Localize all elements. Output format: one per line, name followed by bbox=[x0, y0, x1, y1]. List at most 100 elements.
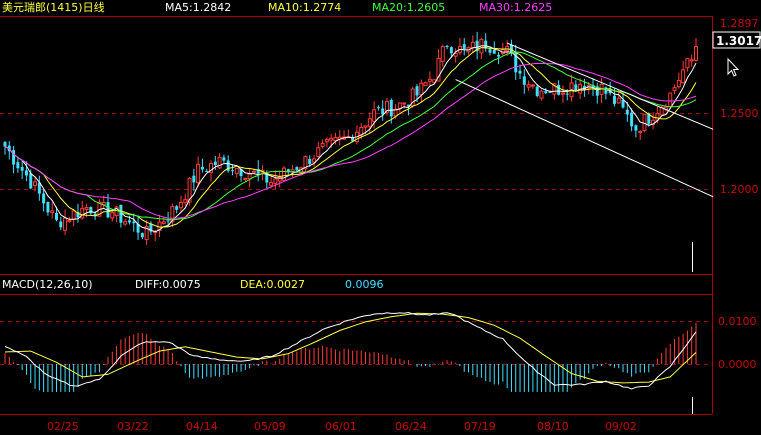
candle-body-down bbox=[132, 221, 136, 224]
candle-body-down bbox=[518, 70, 522, 74]
candle-body-down bbox=[16, 162, 20, 169]
candle-body-up bbox=[367, 118, 372, 127]
ma10-label: MA10:1.2774 bbox=[268, 1, 341, 14]
candle-body-up bbox=[67, 219, 72, 222]
candle-body-down bbox=[548, 92, 552, 94]
candle-body-up bbox=[423, 82, 428, 87]
candle-body-up bbox=[427, 78, 432, 82]
date-label: 09/02 bbox=[605, 420, 637, 433]
candle-body-down bbox=[557, 84, 561, 95]
candle-body-down bbox=[192, 175, 196, 183]
candle-body-down bbox=[55, 213, 59, 220]
candle-body-down bbox=[230, 170, 234, 172]
macd-tick-0-0000: 0.0000 bbox=[718, 358, 757, 371]
candle-body-down bbox=[127, 220, 131, 223]
price-tick-1-2000: 1.2000 bbox=[720, 183, 759, 196]
candle-body-down bbox=[604, 87, 608, 94]
candle-body-down bbox=[295, 167, 299, 171]
candlestick-series bbox=[3, 31, 698, 245]
candle-body-up bbox=[269, 181, 274, 186]
candle-body-down bbox=[42, 193, 46, 204]
candle-body-up bbox=[530, 84, 535, 87]
diff-line bbox=[4, 311, 697, 390]
chart-title: 美元瑞郎(1415)日线 bbox=[2, 0, 105, 14]
candle-body-down bbox=[492, 50, 496, 54]
candle-body-up bbox=[63, 217, 68, 231]
candle-body-down bbox=[630, 112, 634, 127]
candle-body-down bbox=[488, 49, 492, 53]
candle-body-down bbox=[634, 125, 638, 131]
candle-body-up bbox=[689, 59, 694, 62]
candle-body-up bbox=[676, 80, 681, 88]
candle-body-up bbox=[178, 201, 183, 209]
candle-body-down bbox=[389, 99, 393, 117]
candle-body-up bbox=[196, 163, 201, 184]
date-label: 07/19 bbox=[464, 420, 496, 433]
candle-body-up bbox=[329, 137, 334, 141]
candle-body-up bbox=[333, 136, 338, 142]
macd-dea-label: DEA:0.0027 bbox=[240, 278, 305, 291]
candle-body-down bbox=[497, 54, 501, 57]
candle-body-up bbox=[50, 210, 55, 214]
candle-body-up bbox=[316, 147, 321, 158]
channel-upper-line bbox=[506, 42, 714, 130]
candle-body-up bbox=[668, 92, 673, 108]
macd-tick-0-0100: 0.0100 bbox=[718, 315, 757, 328]
candle-body-up bbox=[638, 130, 643, 134]
macd-lines bbox=[4, 311, 697, 390]
candle-body-down bbox=[462, 44, 466, 49]
candle-body-up bbox=[234, 168, 239, 174]
high-price-label: 1.2897 bbox=[720, 17, 759, 30]
candle-body-up bbox=[440, 46, 445, 62]
candle-body-down bbox=[3, 142, 7, 147]
ma20-line bbox=[4, 51, 697, 221]
candle-body-down bbox=[20, 166, 24, 171]
candle-body-up bbox=[123, 221, 128, 225]
date-label: 02/25 bbox=[47, 420, 79, 433]
candle-body-down bbox=[574, 84, 578, 91]
candle-body-down bbox=[59, 221, 63, 228]
candle-body-down bbox=[308, 158, 312, 164]
current-price-label: 1.3017 bbox=[716, 34, 761, 48]
candle-body-down bbox=[24, 170, 28, 176]
candle-body-up bbox=[616, 97, 621, 104]
candle-body-down bbox=[415, 86, 419, 96]
candle-body-up bbox=[251, 170, 256, 173]
candle-body-up bbox=[419, 82, 424, 96]
candle-body-up bbox=[372, 109, 377, 122]
forex-daily-chart: 美元瑞郎(1415)日线 MA5:1.2842 MA10:1.2774 MA20… bbox=[0, 0, 761, 433]
trend-channel bbox=[455, 42, 714, 198]
candle-body-up bbox=[470, 41, 475, 49]
candle-body-up bbox=[694, 46, 698, 61]
price-tick-1-2500: 1.2500 bbox=[720, 107, 759, 120]
candle-body-down bbox=[89, 207, 93, 214]
candle-body-up bbox=[312, 158, 317, 163]
date-label: 08/10 bbox=[537, 420, 569, 433]
dea-line bbox=[4, 312, 697, 384]
candle-body-down bbox=[46, 202, 50, 213]
date-axis: 02/25 03/22 04/14 05/09 06/01 06/24 07/1… bbox=[47, 420, 637, 433]
ma5-label: MA5:1.2842 bbox=[165, 1, 231, 14]
macd-diff-label: DIFF:0.0075 bbox=[135, 278, 201, 291]
date-label: 06/24 bbox=[395, 420, 427, 433]
candle-body-up bbox=[642, 113, 647, 131]
date-label: 03/22 bbox=[117, 420, 149, 433]
candle-body-up bbox=[397, 102, 402, 109]
candle-body-up bbox=[539, 90, 544, 99]
candle-body-down bbox=[544, 91, 548, 94]
macd-value-label: 0.0096 bbox=[345, 278, 384, 291]
candle-body-up bbox=[526, 84, 531, 88]
candle-body-up bbox=[183, 199, 188, 203]
candle-body-up bbox=[685, 58, 690, 69]
candle-body-down bbox=[535, 86, 539, 96]
candle-body-up bbox=[247, 173, 252, 180]
candle-body-down bbox=[621, 99, 625, 108]
candle-body-up bbox=[84, 206, 89, 210]
candle-body-up bbox=[71, 210, 76, 220]
candle-body-down bbox=[612, 95, 616, 104]
macd-histogram bbox=[4, 322, 697, 392]
macd-title: MACD(12,26,10) bbox=[2, 278, 93, 291]
date-label: 06/01 bbox=[325, 420, 357, 433]
candle-body-down bbox=[222, 157, 226, 161]
candle-body-up bbox=[681, 69, 686, 84]
